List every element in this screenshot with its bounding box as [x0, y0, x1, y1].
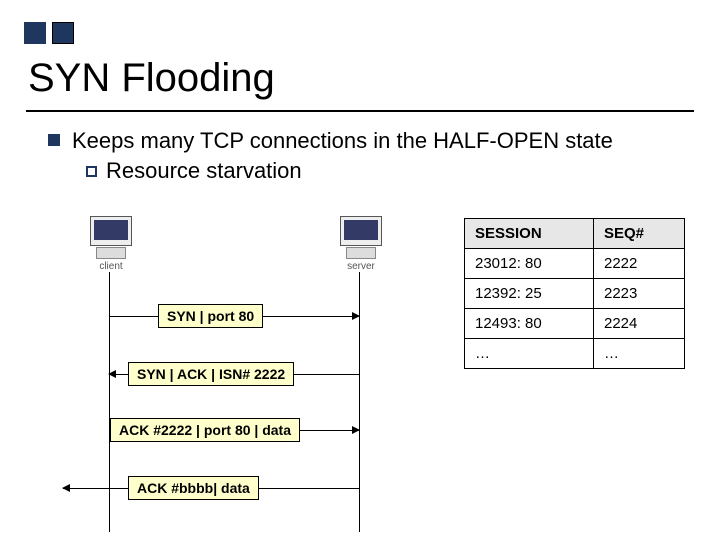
session-table: SESSION SEQ# 23012: 80 2222 12392: 25 22… [464, 218, 685, 369]
server-computer-icon: server [336, 216, 386, 272]
table-row: 12392: 25 2223 [465, 279, 685, 309]
subbullet-icon [86, 166, 97, 177]
slide-corner-decoration [24, 22, 110, 44]
table-row: 12493: 80 2224 [465, 309, 685, 339]
bullet-text-main: Keeps many TCP connections in the HALF-O… [72, 128, 613, 154]
table-row: 23012: 80 2222 [465, 249, 685, 279]
bullet-icon [48, 134, 60, 146]
client-computer-icon: client [86, 216, 136, 272]
server-lifeline [359, 272, 360, 532]
client-label: client [86, 261, 136, 272]
th-session: SESSION [465, 219, 594, 249]
msg-ack-bbbb: ACK #bbbb| data [128, 476, 259, 500]
msg-ack-data: ACK #2222 | port 80 | data [110, 418, 300, 442]
th-seq: SEQ# [594, 219, 685, 249]
msg-syn: SYN | port 80 [158, 304, 263, 328]
table-row: … … [465, 339, 685, 369]
title-underline [26, 110, 694, 112]
server-label: server [336, 261, 386, 272]
msg-synack: SYN | ACK | ISN# 2222 [128, 362, 294, 386]
bullet-text-sub: Resource starvation [106, 158, 302, 184]
client-lifeline [109, 272, 110, 532]
slide-title: SYN Flooding [28, 56, 275, 101]
